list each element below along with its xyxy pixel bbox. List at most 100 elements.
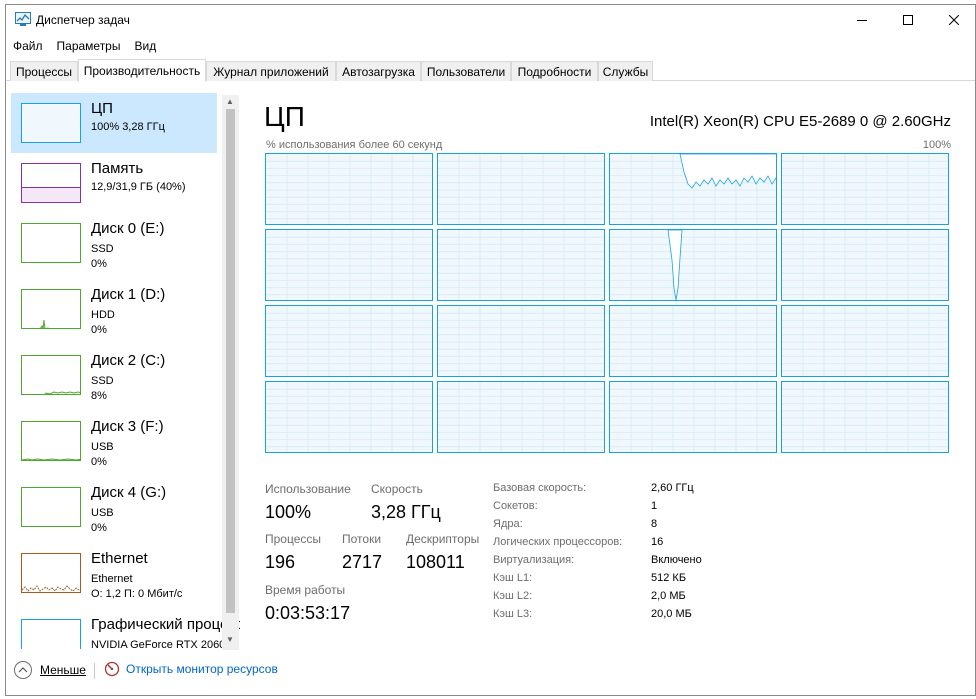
l3-cache-value: 20,0 МБ xyxy=(651,608,692,620)
sidebar-item-disk-0[interactable]: Диск 0 (E:) SSD 0% xyxy=(11,213,217,273)
l3-cache-label: Кэш L3: xyxy=(493,608,533,620)
logical-processor-graph xyxy=(781,229,949,301)
sidebar-item-usage: 8% xyxy=(91,390,107,402)
cpu-graph-gridlines xyxy=(610,382,776,452)
logical-processor-graph xyxy=(437,305,605,377)
cpu-graph-gridlines xyxy=(438,306,604,376)
sidebar-item-disk-3[interactable]: Диск 3 (F:) USB 0% xyxy=(11,411,217,471)
handles-label: Дескрипторы xyxy=(406,532,480,546)
logical-processors-label: Логических процессоров: xyxy=(493,536,623,548)
sidebar-item-ethernet[interactable]: Ethernet Ethernet О: 1,2 П: 0 Мбит/с xyxy=(11,543,217,603)
sidebar-item-title: Диск 2 (C:) xyxy=(91,352,166,369)
footer-separator xyxy=(94,663,95,679)
cores-label: Ядра: xyxy=(493,518,523,530)
logical-processor-graphs xyxy=(265,153,951,455)
open-resource-monitor-label: Открыть монитор ресурсов xyxy=(126,662,278,676)
disk-thumbnail xyxy=(21,223,81,263)
tab-users[interactable]: Пользователи xyxy=(421,61,511,81)
sidebar-item-title: Диск 4 (G:) xyxy=(91,484,167,501)
virtualization-value: Включено xyxy=(651,554,702,566)
cpu-graph-gridlines xyxy=(266,306,432,376)
open-resource-monitor-link[interactable]: Открыть монитор ресурсов xyxy=(104,661,278,677)
sidebar-item-type: SSD xyxy=(91,375,114,387)
sidebar-item-type: USB xyxy=(91,441,114,453)
resource-list: ЦП 100% 3,28 ГГц Память 12,9/31,9 ГБ (40… xyxy=(8,91,240,649)
memory-thumbnail xyxy=(21,163,81,203)
sockets-value: 1 xyxy=(651,500,658,512)
logical-processor-graph xyxy=(609,381,777,453)
cpu-graph-gridlines xyxy=(438,382,604,452)
menu-file[interactable]: Файл xyxy=(6,36,50,56)
sidebar-item-detail: 100% 3,28 ГГц xyxy=(91,121,165,133)
maximize-icon xyxy=(903,15,913,25)
minimize-button[interactable] xyxy=(839,5,885,35)
sidebar-scrollbar[interactable]: ▲ ▼ xyxy=(222,95,239,650)
logical-processor-graph xyxy=(609,305,777,377)
disk-thumbnail xyxy=(21,289,81,329)
cpu-graph-gridlines xyxy=(438,230,604,300)
sidebar-item-disk-2[interactable]: Диск 2 (C:) SSD 8% xyxy=(11,345,217,405)
memory-usage-fill xyxy=(22,186,80,202)
fewer-details-button[interactable]: Меньше xyxy=(14,661,86,679)
logical-processor-graph xyxy=(265,381,433,453)
tab-details[interactable]: Подробности xyxy=(511,61,598,81)
ethernet-thumbnail xyxy=(21,553,81,593)
menu-options[interactable]: Параметры xyxy=(50,36,128,56)
gpu-thumbnail xyxy=(21,619,81,649)
sidebar-item-disk-1[interactable]: Диск 1 (D:) HDD 0% xyxy=(11,279,217,339)
logical-processor-graph xyxy=(437,381,605,453)
sidebar-item-type: HDD xyxy=(91,309,115,321)
cores-value: 8 xyxy=(651,518,658,530)
cpu-graph-gridlines xyxy=(782,306,948,376)
sidebar-item-title: Ethernet xyxy=(91,550,148,567)
disk-thumbnail xyxy=(21,355,81,395)
tab-app-history[interactable]: Журнал приложений xyxy=(206,61,336,81)
cpu-graph-gridlines xyxy=(782,230,948,300)
chevron-up-icon xyxy=(14,661,32,679)
usage-value: 100% xyxy=(265,502,312,522)
tab-startup[interactable]: Автозагрузка xyxy=(336,61,421,81)
threads-value: 2717 xyxy=(342,552,383,572)
cpu-graph-gridlines xyxy=(266,382,432,452)
resource-monitor-icon xyxy=(104,661,120,677)
logical-processor-graph xyxy=(437,229,605,301)
cpu-graph-gridlines xyxy=(610,230,776,300)
disk-activity-graph xyxy=(44,391,80,394)
scroll-up-icon[interactable]: ▲ xyxy=(226,97,234,106)
tab-processes[interactable]: Процессы xyxy=(10,61,78,81)
processes-label: Процессы xyxy=(265,532,322,546)
title-bar[interactable]: Диспетчер задач xyxy=(6,5,975,35)
disk-activity-graph xyxy=(40,319,50,328)
speed-label: Скорость xyxy=(371,482,423,496)
tab-bar: Процессы Производительность Журнал прило… xyxy=(6,59,975,82)
maximize-button[interactable] xyxy=(885,5,931,35)
sidebar-item-usage: 0% xyxy=(91,258,107,270)
tab-services[interactable]: Службы xyxy=(598,61,653,81)
sidebar-item-title: Диск 0 (E:) xyxy=(91,220,165,237)
logical-processor-graph xyxy=(781,153,949,225)
sidebar-item-type: SSD xyxy=(91,243,114,255)
menu-view[interactable]: Вид xyxy=(127,36,163,56)
sidebar-item-disk-4[interactable]: Диск 4 (G:) USB 0% xyxy=(11,477,217,537)
sidebar-item-title: Диск 1 (D:) xyxy=(91,286,166,303)
logical-processor-graph xyxy=(781,305,949,377)
logical-processors-value: 16 xyxy=(651,536,664,548)
speed-value: 3,28 ГГц xyxy=(371,502,441,522)
menu-bar: Файл Параметры Вид xyxy=(6,36,163,56)
close-button[interactable] xyxy=(931,5,976,35)
sidebar-item-memory[interactable]: Память 12,9/31,9 ГБ (40%) xyxy=(11,153,217,213)
sidebar-item-cpu[interactable]: ЦП 100% 3,28 ГГц xyxy=(11,93,217,153)
cpu-graph-gridlines xyxy=(782,154,948,224)
footer: Меньше Открыть монитор ресурсов xyxy=(6,653,975,693)
uptime-value: 0:03:53:17 xyxy=(265,603,351,623)
sidebar-item-gpu[interactable]: Графический процессор NVIDIA GeForce RTX… xyxy=(11,609,240,649)
logical-processor-graph xyxy=(265,229,433,301)
scrollbar-thumb[interactable] xyxy=(226,109,235,613)
tab-performance[interactable]: Производительность xyxy=(78,59,206,82)
cpu-graph-gridlines xyxy=(610,154,776,224)
sidebar-item-usage: 0% xyxy=(91,456,107,468)
sidebar-item-type: USB xyxy=(91,507,114,519)
handles-value: 108011 xyxy=(406,552,465,572)
scroll-down-icon[interactable]: ▼ xyxy=(226,635,234,644)
sidebar-item-usage: О: 1,2 П: 0 Мбит/с xyxy=(91,588,183,600)
